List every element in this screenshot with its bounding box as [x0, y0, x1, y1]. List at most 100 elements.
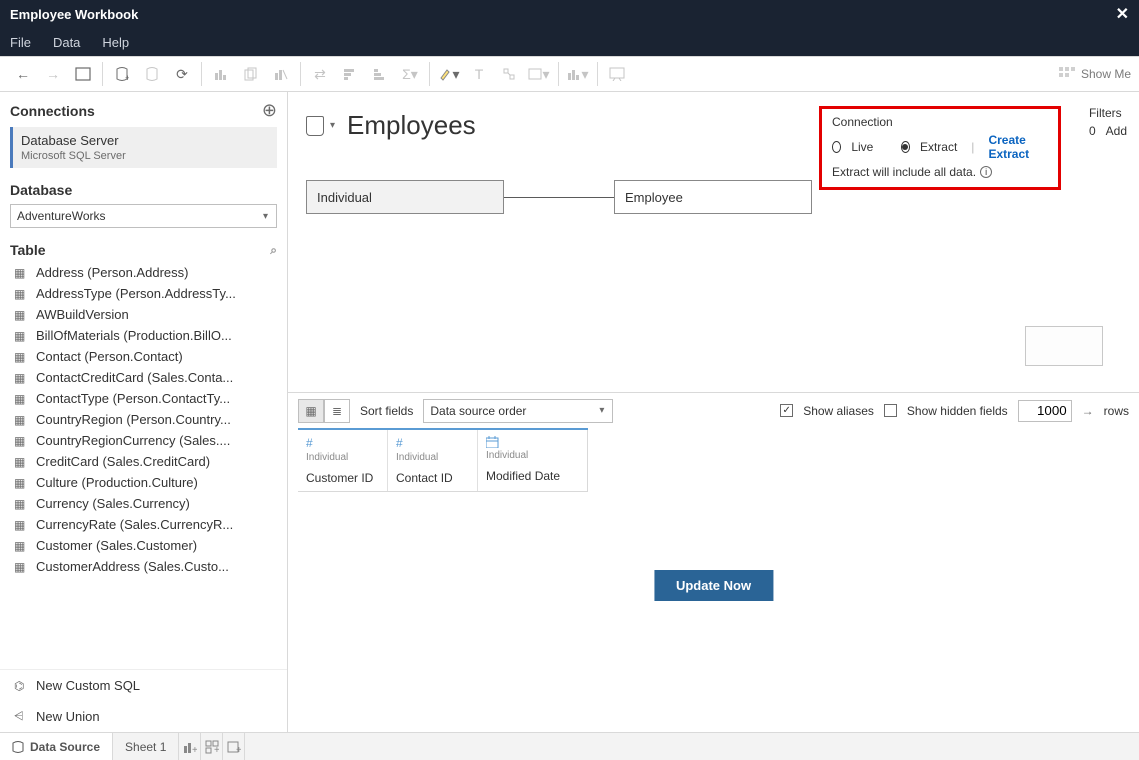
- info-icon[interactable]: i: [980, 166, 992, 178]
- table-icon: ▦: [14, 350, 28, 364]
- data-source-icon: [12, 740, 24, 754]
- back-icon[interactable]: ←: [8, 60, 38, 88]
- date-type-icon: [486, 436, 579, 448]
- join-area: Individual Employee: [306, 180, 812, 214]
- pause-data-icon: [137, 60, 167, 88]
- table-item[interactable]: ▦AWBuildVersion: [0, 304, 287, 325]
- union-icon: ⩤: [14, 709, 28, 724]
- table-icon: ▦: [14, 308, 28, 322]
- connection-name: Database Server: [21, 133, 269, 148]
- create-extract-link[interactable]: Create Extract: [988, 133, 1048, 161]
- sql-icon: ⌬: [14, 679, 28, 693]
- rows-input[interactable]: [1018, 400, 1072, 422]
- table-item[interactable]: ▦BillOfMaterials (Production.BillO...: [0, 325, 287, 346]
- table-pill-employee[interactable]: Employee: [614, 180, 812, 214]
- menu-data[interactable]: Data: [53, 35, 80, 50]
- minimap-box: [1025, 326, 1103, 366]
- rows-arrow-icon[interactable]: →: [1082, 404, 1094, 418]
- sort-desc-icon: [365, 60, 395, 88]
- column-header[interactable]: # Individual Customer ID: [298, 430, 388, 491]
- new-data-icon[interactable]: +: [107, 60, 137, 88]
- table-icon: ▦: [14, 371, 28, 385]
- sort-select[interactable]: Data source order: [423, 399, 613, 423]
- table-item[interactable]: ▦ContactType (Person.ContactTy...: [0, 388, 287, 409]
- new-custom-sql[interactable]: ⌬New Custom SQL: [0, 670, 287, 701]
- menu-help[interactable]: Help: [102, 35, 129, 50]
- table-icon: ▦: [14, 434, 28, 448]
- table-icon: ▦: [14, 266, 28, 280]
- duplicate-icon: [236, 60, 266, 88]
- svg-text:+: +: [236, 745, 241, 754]
- tab-sheet1[interactable]: Sheet 1: [113, 733, 179, 760]
- show-aliases-label: Show aliases: [803, 404, 874, 418]
- join-line[interactable]: [504, 197, 614, 198]
- table-item[interactable]: ▦CreditCard (Sales.CreditCard): [0, 451, 287, 472]
- table-item[interactable]: ▦CountryRegionCurrency (Sales....: [0, 430, 287, 451]
- table-icon: ▦: [14, 287, 28, 301]
- extract-radio[interactable]: [901, 141, 910, 153]
- table-item[interactable]: ▦ContactCreditCard (Sales.Conta...: [0, 367, 287, 388]
- list-view-icon[interactable]: ≣: [324, 399, 350, 423]
- table-item[interactable]: ▦CountryRegion (Person.Country...: [0, 409, 287, 430]
- table-label: Table: [10, 242, 46, 258]
- grid-view-icon[interactable]: ▦: [298, 399, 324, 423]
- clear-icon: [266, 60, 296, 88]
- live-radio[interactable]: [832, 141, 841, 153]
- group-icon: [494, 60, 524, 88]
- table-item[interactable]: ▦CurrencyRate (Sales.CurrencyR...: [0, 514, 287, 535]
- grid-header: # Individual Customer ID # Individual Co…: [298, 428, 588, 492]
- add-connection-icon[interactable]: ⊕: [262, 100, 277, 121]
- table-icon: ▦: [14, 497, 28, 511]
- tab-data-source[interactable]: Data Source: [0, 733, 113, 760]
- datasource-title[interactable]: Employees: [347, 110, 476, 141]
- new-dashboard-tab-icon[interactable]: +: [201, 733, 223, 760]
- datasource-caret-icon[interactable]: ▾: [330, 120, 335, 131]
- grid-body: Update Now: [288, 492, 1139, 732]
- highlight-icon[interactable]: ▾: [434, 60, 464, 88]
- title-bar: Employee Workbook ✕: [0, 0, 1139, 28]
- show-aliases-checkbox[interactable]: ✓: [780, 404, 793, 417]
- datasource-icon: [306, 116, 324, 136]
- table-icon: ▦: [14, 392, 28, 406]
- table-item[interactable]: ▦Customer (Sales.Customer): [0, 535, 287, 556]
- show-me-button[interactable]: Show Me: [1059, 67, 1131, 81]
- table-icon: ▦: [14, 560, 28, 574]
- table-item[interactable]: ▦CustomerAddress (Sales.Custo...: [0, 556, 287, 577]
- svg-text:+: +: [192, 745, 197, 754]
- column-header[interactable]: Individual Modified Date: [478, 430, 588, 491]
- filters-add[interactable]: Add: [1106, 124, 1127, 138]
- table-item[interactable]: ▦Culture (Production.Culture): [0, 472, 287, 493]
- update-now-button[interactable]: Update Now: [654, 570, 773, 601]
- refresh-icon[interactable]: ⟳: [167, 60, 197, 88]
- close-icon[interactable]: ✕: [1116, 4, 1129, 24]
- grid-toolbar: ▦ ≣ Sort fields Data source order ✓ Show…: [288, 392, 1139, 428]
- fit-icon: ▾: [563, 60, 593, 88]
- connection-item[interactable]: Database Server Microsoft SQL Server: [10, 127, 277, 168]
- extract-note: Extract will include all data.: [832, 165, 976, 179]
- new-worksheet-icon: [206, 60, 236, 88]
- database-select[interactable]: AdventureWorks: [10, 204, 277, 228]
- database-value: AdventureWorks: [17, 209, 105, 223]
- sort-label: Sort fields: [360, 404, 413, 418]
- new-story-tab-icon[interactable]: +: [223, 733, 245, 760]
- table-item[interactable]: ▦Currency (Sales.Currency): [0, 493, 287, 514]
- show-hidden-checkbox[interactable]: [884, 404, 897, 417]
- menu-file[interactable]: File: [10, 35, 31, 50]
- presentation-icon: [602, 60, 632, 88]
- show-hidden-label: Show hidden fields: [907, 404, 1008, 418]
- filters-label: Filters: [1089, 106, 1127, 120]
- new-union[interactable]: ⩤New Union: [0, 701, 287, 732]
- column-header[interactable]: # Individual Contact ID: [388, 430, 478, 491]
- connection-type: Microsoft SQL Server: [21, 150, 269, 162]
- sort-asc-icon: [335, 60, 365, 88]
- show-mark-icon: ▾: [524, 60, 554, 88]
- table-item[interactable]: ▦AddressType (Person.AddressTy...: [0, 283, 287, 304]
- live-label: Live: [851, 140, 873, 154]
- save-icon[interactable]: [68, 60, 98, 88]
- number-type-icon: #: [396, 436, 469, 450]
- search-icon[interactable]: ⌕: [270, 243, 277, 258]
- table-item[interactable]: ▦Address (Person.Address): [0, 262, 287, 283]
- new-worksheet-tab-icon[interactable]: +: [179, 733, 201, 760]
- table-pill-individual[interactable]: Individual: [306, 180, 504, 214]
- table-item[interactable]: ▦Contact (Person.Contact): [0, 346, 287, 367]
